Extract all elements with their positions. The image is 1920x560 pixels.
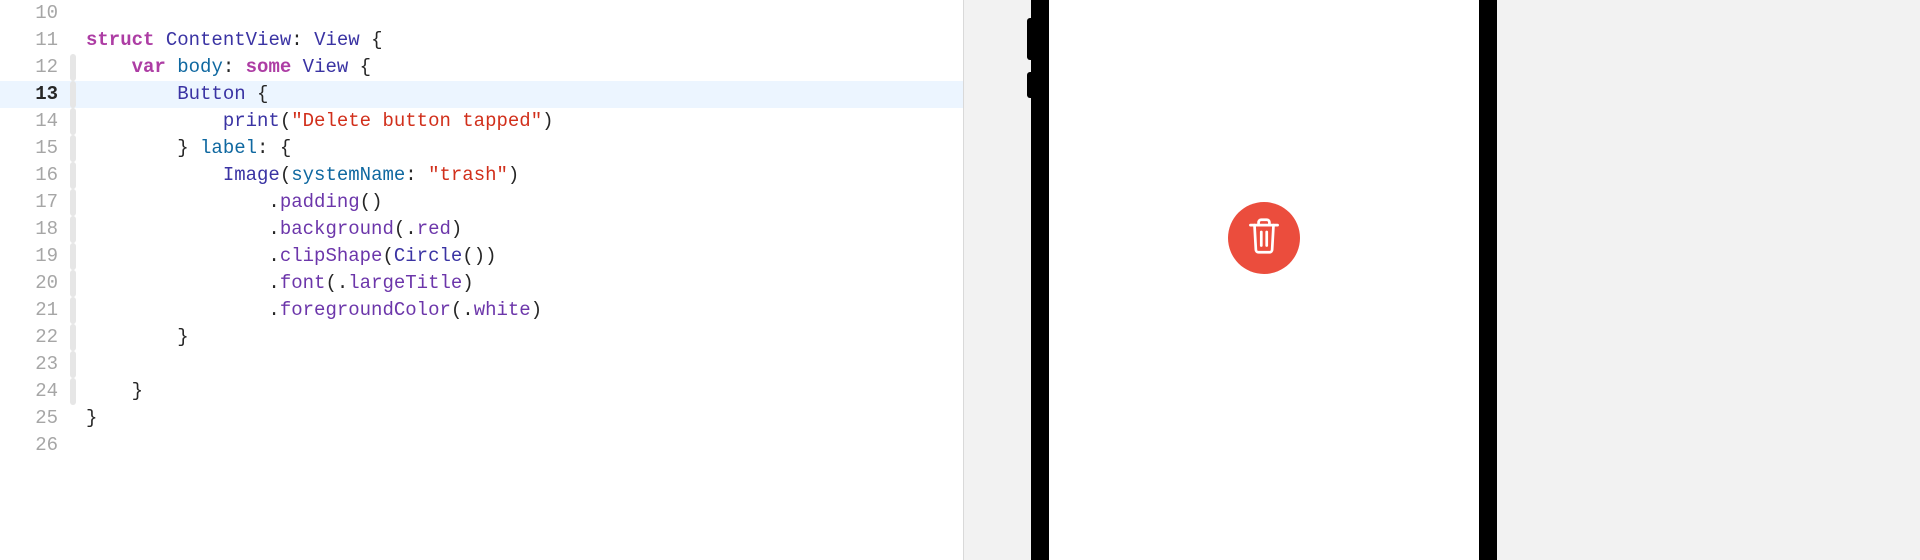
line-number[interactable]: 12 xyxy=(0,54,70,81)
fold-ribbon[interactable] xyxy=(70,297,80,324)
code-content[interactable]: } xyxy=(80,378,963,405)
fold-ribbon[interactable] xyxy=(70,162,80,189)
device-frame xyxy=(1031,0,1497,560)
delete-button[interactable] xyxy=(1228,202,1300,274)
code-line[interactable]: 18 .background(.red) xyxy=(0,216,963,243)
fold-ribbon[interactable] xyxy=(70,378,80,405)
code-line[interactable]: 23 xyxy=(0,351,963,378)
line-number[interactable]: 15 xyxy=(0,135,70,162)
code-content[interactable]: .font(.largeTitle) xyxy=(80,270,963,297)
fold-ribbon[interactable] xyxy=(70,54,80,81)
trash-icon xyxy=(1247,217,1281,260)
code-line[interactable]: 20 .font(.largeTitle) xyxy=(0,270,963,297)
code-line[interactable]: 19 .clipShape(Circle()) xyxy=(0,243,963,270)
code-line[interactable]: 15 } label: { xyxy=(0,135,963,162)
line-number[interactable]: 10 xyxy=(0,0,70,27)
line-number[interactable]: 26 xyxy=(0,432,70,459)
line-number[interactable]: 19 xyxy=(0,243,70,270)
code-line[interactable]: 26 xyxy=(0,432,963,459)
code-content[interactable]: struct ContentView: View { xyxy=(80,27,963,54)
code-content[interactable]: .padding() xyxy=(80,189,963,216)
fold-ribbon xyxy=(70,27,80,54)
code-content[interactable]: var body: some View { xyxy=(80,54,963,81)
line-number[interactable]: 11 xyxy=(0,27,70,54)
code-line[interactable]: 24 } xyxy=(0,378,963,405)
code-content[interactable]: .clipShape(Circle()) xyxy=(80,243,963,270)
line-number[interactable]: 14 xyxy=(0,108,70,135)
line-number[interactable]: 22 xyxy=(0,324,70,351)
code-line[interactable]: 12 var body: some View { xyxy=(0,54,963,81)
fold-ribbon[interactable] xyxy=(70,108,80,135)
line-number[interactable]: 17 xyxy=(0,189,70,216)
code-line[interactable]: 21 .foregroundColor(.white) xyxy=(0,297,963,324)
code-line[interactable]: 14 print("Delete button tapped") xyxy=(0,108,963,135)
code-line[interactable]: 10 xyxy=(0,0,963,27)
code-content[interactable]: print("Delete button tapped") xyxy=(80,108,963,135)
line-number[interactable]: 13 xyxy=(0,81,70,108)
code-line[interactable]: 11 struct ContentView: View { xyxy=(0,27,963,54)
device-screen xyxy=(1049,0,1479,560)
pane-divider[interactable] xyxy=(963,0,964,560)
fold-ribbon[interactable] xyxy=(70,270,80,297)
code-content[interactable]: } xyxy=(80,405,963,432)
code-line[interactable]: 13 Button { xyxy=(0,81,963,108)
line-number[interactable]: 25 xyxy=(0,405,70,432)
fold-ribbon[interactable] xyxy=(70,135,80,162)
code-content[interactable]: } xyxy=(80,324,963,351)
code-line[interactable]: 17 .padding() xyxy=(0,189,963,216)
line-number[interactable]: 24 xyxy=(0,378,70,405)
code-content[interactable]: } label: { xyxy=(80,135,963,162)
code-content[interactable]: Image(systemName: "trash") xyxy=(80,162,963,189)
code-content[interactable]: .background(.red) xyxy=(80,216,963,243)
line-number[interactable]: 21 xyxy=(0,297,70,324)
preview-pane xyxy=(963,0,1920,560)
fold-ribbon xyxy=(70,432,80,459)
fold-ribbon[interactable] xyxy=(70,81,80,108)
fold-ribbon[interactable] xyxy=(70,243,80,270)
code-line[interactable]: 22 } xyxy=(0,324,963,351)
fold-ribbon[interactable] xyxy=(70,216,80,243)
device-side-button xyxy=(1027,18,1033,60)
code-line[interactable]: 16 Image(systemName: "trash") xyxy=(0,162,963,189)
code-content[interactable]: .foregroundColor(.white) xyxy=(80,297,963,324)
line-number[interactable]: 20 xyxy=(0,270,70,297)
fold-ribbon[interactable] xyxy=(70,189,80,216)
fold-ribbon[interactable] xyxy=(70,351,80,378)
fold-ribbon xyxy=(70,0,80,27)
line-number[interactable]: 16 xyxy=(0,162,70,189)
code-line[interactable]: 25} xyxy=(0,405,963,432)
code-editor[interactable]: 1011struct ContentView: View {12 var bod… xyxy=(0,0,963,560)
line-number[interactable]: 23 xyxy=(0,351,70,378)
code-content[interactable]: Button { xyxy=(80,81,963,108)
line-number[interactable]: 18 xyxy=(0,216,70,243)
fold-ribbon xyxy=(70,405,80,432)
fold-ribbon[interactable] xyxy=(70,324,80,351)
device-side-button xyxy=(1027,72,1033,98)
